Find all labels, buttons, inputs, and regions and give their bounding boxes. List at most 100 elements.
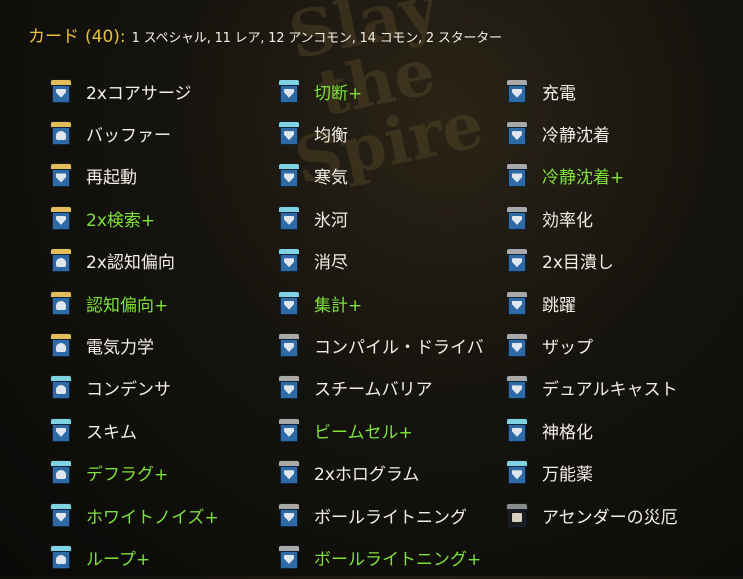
card-power-icon bbox=[50, 333, 72, 358]
card-skill-icon bbox=[278, 121, 300, 146]
card-skill-icon bbox=[278, 417, 300, 443]
card-row[interactable]: デフラグ+ bbox=[50, 452, 290, 494]
card-row[interactable]: 均衡 bbox=[278, 112, 518, 154]
card-skill-icon bbox=[506, 460, 528, 485]
card-row[interactable]: ホワイトノイズ+ bbox=[50, 494, 290, 536]
card-row[interactable]: 2x認知偏向 bbox=[50, 240, 290, 282]
card-row[interactable]: 消尽 bbox=[278, 240, 518, 282]
card-row[interactable]: ザップ bbox=[506, 324, 743, 366]
card-power-icon bbox=[50, 460, 72, 485]
card-name: 電気力学 bbox=[86, 338, 154, 359]
card-row[interactable]: 再起動 bbox=[50, 155, 290, 197]
cards-count: (40) bbox=[85, 27, 120, 47]
card-name: 冷静沈着 bbox=[542, 126, 610, 147]
card-name: 2xホログラム bbox=[314, 465, 420, 486]
card-column-3: 充電冷静沈着冷静沈着+ 効率化 2x目潰し跳躍ザップデュアルキャスト 神格化万能薬アセ… bbox=[506, 70, 743, 536]
card-skill-icon bbox=[278, 502, 300, 528]
card-name: スチームバリア bbox=[314, 380, 433, 401]
card-row[interactable]: 充電 bbox=[506, 70, 743, 112]
card-power-icon bbox=[50, 248, 72, 273]
card-row[interactable]: 効率化 bbox=[506, 197, 743, 239]
card-row[interactable]: 万能薬 bbox=[506, 452, 743, 494]
card-skill-icon bbox=[278, 205, 300, 231]
card-skill-icon bbox=[278, 333, 300, 358]
card-row[interactable]: 切断+ bbox=[278, 70, 518, 112]
card-name: コンパイル・ドライバ bbox=[314, 338, 484, 359]
cards-label: カード bbox=[28, 27, 79, 47]
card-row[interactable]: バッファー bbox=[50, 112, 290, 154]
card-row[interactable]: 氷河 bbox=[278, 197, 518, 239]
card-skill-icon bbox=[506, 417, 528, 443]
card-name: 認知偏向+ bbox=[86, 295, 169, 316]
card-row[interactable]: 2x検索+ bbox=[50, 197, 290, 239]
card-skill-icon bbox=[506, 121, 528, 146]
card-column-2: 切断+ 均衡寒気氷河消尽集計+ コンパイル・ドライバ スチームバリアビームセル+ 2xホ… bbox=[278, 70, 518, 579]
rarity-summary: 1 スペシャル, 11 レア, 12 アンコモン, 14 コモン, 2 スタータ… bbox=[131, 31, 502, 46]
card-name: 氷河 bbox=[314, 210, 348, 231]
card-name: 充電 bbox=[542, 83, 576, 104]
card-power-icon bbox=[50, 290, 72, 316]
card-count-header: カード (40) : 1 スペシャル, 11 レア, 12 アンコモン, 14 … bbox=[28, 22, 502, 48]
card-row[interactable]: コンパイル・ドライバ bbox=[278, 324, 518, 366]
card-skill-icon bbox=[278, 375, 300, 400]
card-row[interactable]: ボールライトニング bbox=[278, 494, 518, 536]
card-row[interactable]: 冷静沈着+ bbox=[506, 155, 743, 197]
card-name: 2x目潰し bbox=[542, 253, 614, 274]
card-skill-icon bbox=[50, 502, 72, 528]
card-name: 2xコアサージ bbox=[86, 83, 192, 104]
card-skill-icon bbox=[506, 78, 528, 104]
card-row[interactable]: ビームセル+ bbox=[278, 409, 518, 451]
card-skill-icon bbox=[278, 163, 300, 188]
card-skill-icon bbox=[506, 333, 528, 358]
card-name: コンデンサ bbox=[86, 380, 171, 401]
card-skill-icon bbox=[278, 460, 300, 485]
card-power-icon bbox=[50, 121, 72, 146]
card-power-icon bbox=[50, 375, 72, 400]
card-name: ホワイトノイズ+ bbox=[86, 507, 219, 528]
card-name: デフラグ+ bbox=[86, 465, 169, 486]
card-row[interactable]: ループ+ bbox=[50, 536, 290, 578]
header-colon: : bbox=[119, 27, 126, 47]
card-row[interactable]: 2xコアサージ bbox=[50, 70, 290, 112]
card-row[interactable]: 跳躍 bbox=[506, 282, 743, 324]
card-skill-icon bbox=[50, 163, 72, 188]
card-skill-icon bbox=[278, 248, 300, 273]
card-row[interactable]: 寒気 bbox=[278, 155, 518, 197]
card-row[interactable]: ボールライトニング+ bbox=[278, 536, 518, 578]
card-row[interactable]: 集計+ bbox=[278, 282, 518, 324]
card-name: デュアルキャスト bbox=[542, 380, 678, 401]
card-name: 均衡 bbox=[314, 126, 348, 147]
card-skill-icon bbox=[278, 78, 300, 104]
card-row[interactable]: 神格化 bbox=[506, 409, 743, 451]
card-skill-icon bbox=[50, 78, 72, 104]
card-name: 消尽 bbox=[314, 253, 348, 274]
card-name: 跳躍 bbox=[542, 295, 576, 316]
card-name: 神格化 bbox=[542, 422, 593, 443]
card-row[interactable]: スチームバリア bbox=[278, 367, 518, 409]
card-row[interactable]: 2xホログラム bbox=[278, 452, 518, 494]
card-row[interactable]: スキム bbox=[50, 409, 290, 451]
card-row[interactable]: デュアルキャスト bbox=[506, 367, 743, 409]
card-name: ボールライトニング+ bbox=[314, 549, 482, 570]
card-skill-icon bbox=[278, 544, 300, 570]
card-name: 万能薬 bbox=[542, 465, 593, 486]
card-name: 再起動 bbox=[86, 168, 137, 189]
card-row[interactable]: 2x目潰し bbox=[506, 240, 743, 282]
card-skill-icon bbox=[506, 205, 528, 231]
card-name: 集計+ bbox=[314, 295, 363, 316]
card-row[interactable]: 電気力学 bbox=[50, 324, 290, 366]
card-name: バッファー bbox=[86, 126, 171, 147]
card-row[interactable]: 冷静沈着 bbox=[506, 112, 743, 154]
card-name: アセンダーの災厄 bbox=[542, 507, 678, 528]
card-row[interactable]: アセンダーの災厄 bbox=[506, 494, 743, 536]
card-row[interactable]: 認知偏向+ bbox=[50, 282, 290, 324]
card-name: スキム bbox=[86, 422, 137, 443]
card-skill-icon bbox=[506, 248, 528, 273]
card-row[interactable]: コンデンサ bbox=[50, 367, 290, 409]
card-name: ザップ bbox=[542, 338, 593, 359]
card-skill-icon bbox=[50, 205, 72, 231]
card-skill-icon bbox=[506, 163, 528, 188]
card-name: ループ+ bbox=[86, 549, 151, 570]
card-name: ボールライトニング bbox=[314, 507, 467, 528]
card-power-icon bbox=[50, 544, 72, 570]
